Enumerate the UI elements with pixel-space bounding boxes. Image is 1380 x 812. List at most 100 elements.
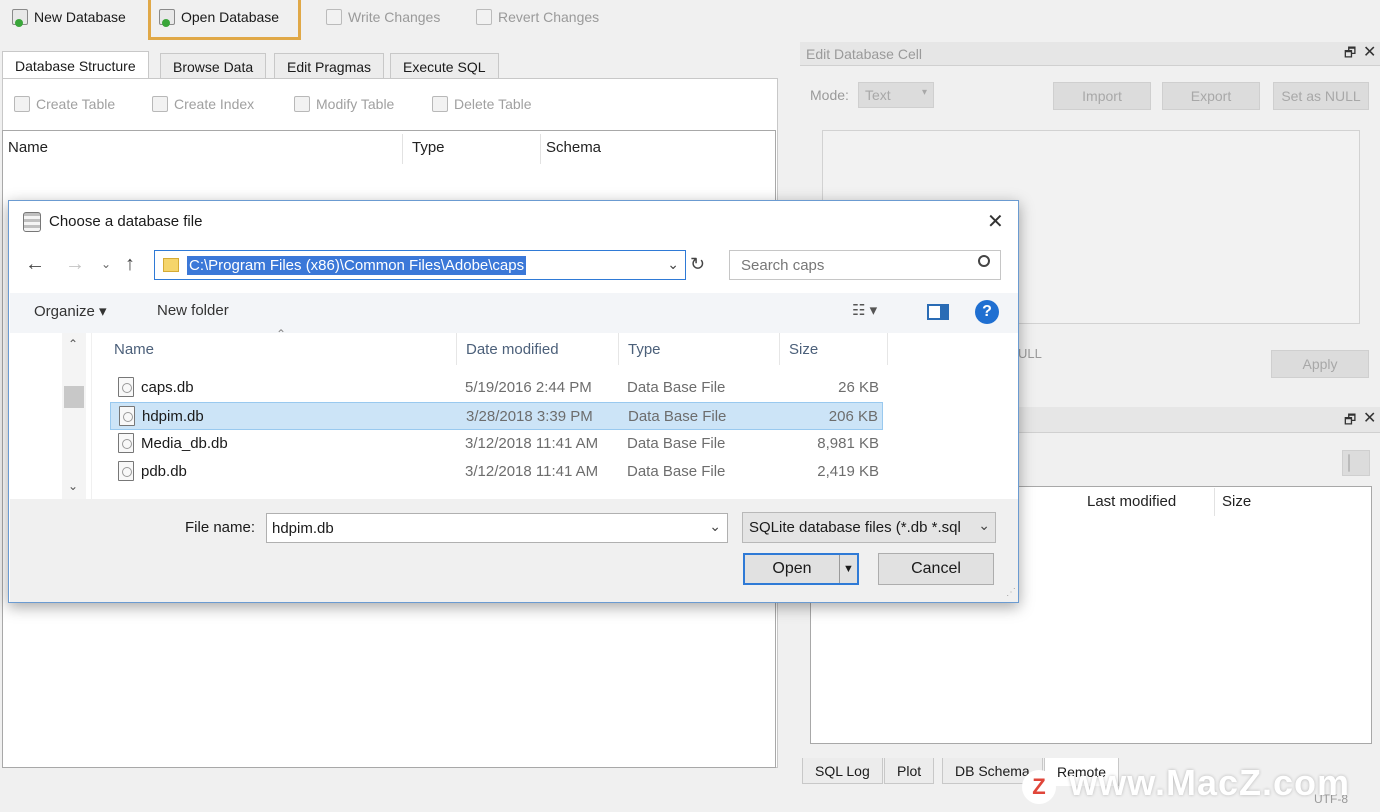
- mode-label: Mode:: [810, 87, 849, 103]
- float-icon[interactable]: 🗗: [1344, 411, 1356, 433]
- column-divider: [1214, 488, 1215, 516]
- file-size: 2,419 KB: [817, 463, 879, 480]
- export-button[interactable]: Export: [1162, 82, 1260, 110]
- chevron-down-icon: ⌄: [978, 517, 990, 534]
- dialog-title: Choose a database file: [49, 213, 203, 230]
- new-database-button[interactable]: New Database: [4, 0, 134, 34]
- modify-table-button[interactable]: Modify Table: [294, 92, 394, 116]
- dialog-footer: File name: hdpim.db ⌄ SQLite database fi…: [10, 499, 1018, 602]
- address-bar[interactable]: C:\Program Files (x86)\Common Files\Adob…: [154, 250, 686, 280]
- remote-action-icon: [1348, 454, 1350, 472]
- column-divider: [887, 333, 888, 365]
- file-name: hdpim.db: [142, 408, 204, 425]
- database-icon: [23, 212, 41, 232]
- address-path[interactable]: C:\Program Files (x86)\Common Files\Adob…: [187, 256, 527, 275]
- mode-select[interactable]: Text ▾: [858, 82, 934, 108]
- organize-menu[interactable]: Organize ▾: [34, 302, 107, 320]
- back-arrow-icon[interactable]: ←: [25, 253, 45, 276]
- file-name: pdb.db: [141, 463, 187, 480]
- file-list: ⌃ ⌄ ⌃ Name Date modified Type Size caps.…: [10, 327, 1018, 499]
- database-file-icon: [118, 377, 134, 397]
- apply-button[interactable]: Apply: [1271, 350, 1369, 378]
- column-header-schema[interactable]: Schema: [546, 139, 601, 156]
- edit-cell-titlebar: Edit Database Cell 🗗 ✕: [800, 42, 1380, 66]
- column-divider: [540, 134, 541, 164]
- column-type[interactable]: Type: [628, 341, 661, 358]
- file-row[interactable]: Media_db.db 3/12/2018 11:41 AM Data Base…: [110, 430, 883, 458]
- file-size: 8,981 KB: [817, 435, 879, 452]
- close-icon[interactable]: ✕: [1363, 408, 1376, 428]
- open-dropdown-icon[interactable]: ▼: [839, 555, 857, 583]
- modify-table-icon: [294, 96, 310, 112]
- folder-icon: [163, 258, 179, 272]
- tab-plot[interactable]: Plot: [884, 758, 935, 784]
- chevron-down-icon[interactable]: ⌄: [667, 256, 679, 273]
- search-icon: [978, 255, 990, 267]
- choose-database-dialog: Choose a database file ✕ ← → ⌄ ↑ C:\Prog…: [8, 200, 1019, 603]
- preview-pane-icon[interactable]: [927, 304, 949, 320]
- scroll-thumb[interactable]: [64, 386, 84, 408]
- database-file-icon: [118, 433, 134, 453]
- chevron-down-icon[interactable]: ⌄: [709, 518, 721, 535]
- null-indicator: ULL: [1018, 346, 1042, 361]
- command-bar: Organize ▾ New folder ☷ ▾ ?: [10, 293, 1018, 333]
- file-size: 26 KB: [838, 379, 879, 396]
- database-file-icon: [118, 461, 134, 481]
- scroll-up-icon[interactable]: ⌃: [68, 337, 78, 351]
- database-file-icon: [119, 406, 135, 426]
- file-row[interactable]: hdpim.db 3/28/2018 3:39 PM Data Base Fil…: [110, 402, 883, 430]
- file-name-input[interactable]: hdpim.db ⌄: [266, 513, 728, 543]
- tab-browse-data[interactable]: Browse Data: [160, 53, 267, 79]
- search-input[interactable]: Search caps: [729, 250, 1001, 280]
- open-database-button[interactable]: Open Database: [148, 0, 301, 40]
- scroll-down-icon[interactable]: ⌄: [68, 479, 78, 493]
- open-button[interactable]: Open ▼: [743, 553, 859, 585]
- create-index-icon: [152, 96, 168, 112]
- cancel-button[interactable]: Cancel: [878, 553, 994, 585]
- recent-locations-icon[interactable]: ⌄: [101, 257, 111, 271]
- file-row[interactable]: caps.db 5/19/2016 2:44 PM Data Base File…: [110, 374, 883, 402]
- file-date: 3/12/2018 11:41 AM: [465, 435, 599, 452]
- column-header-type[interactable]: Type: [412, 139, 445, 156]
- revert-changes-icon: [476, 9, 492, 25]
- tab-database-structure[interactable]: Database Structure: [2, 51, 149, 79]
- tab-sql-log[interactable]: SQL Log: [802, 758, 883, 784]
- file-type-filter[interactable]: SQLite database files (*.db *.sql ⌄: [742, 512, 996, 543]
- watermark-logo-icon: Z: [1022, 770, 1056, 804]
- nav-scrollbar[interactable]: ⌃ ⌄: [62, 333, 86, 499]
- help-icon[interactable]: ?: [975, 300, 999, 324]
- set-null-button[interactable]: Set as NULL: [1273, 82, 1369, 110]
- write-changes-button[interactable]: Write Changes: [318, 0, 448, 34]
- import-button[interactable]: Import: [1053, 82, 1151, 110]
- column-header-size[interactable]: Size: [1222, 493, 1251, 510]
- new-folder-button[interactable]: New folder: [157, 302, 229, 319]
- create-index-button[interactable]: Create Index: [152, 92, 254, 116]
- column-date-modified[interactable]: Date modified: [466, 341, 559, 358]
- file-type: Data Base File: [627, 463, 726, 480]
- column-divider: [779, 333, 780, 365]
- file-name-value: hdpim.db: [272, 520, 334, 537]
- create-table-button[interactable]: Create Table: [14, 92, 115, 116]
- close-icon[interactable]: ✕: [1363, 42, 1376, 62]
- tab-execute-sql[interactable]: Execute SQL: [390, 53, 499, 79]
- up-arrow-icon[interactable]: ↑: [125, 253, 135, 276]
- column-name[interactable]: Name: [114, 341, 154, 358]
- file-date: 3/12/2018 11:41 AM: [465, 463, 599, 480]
- tab-edit-pragmas[interactable]: Edit Pragmas: [274, 53, 385, 79]
- refresh-icon[interactable]: ↻: [690, 254, 705, 275]
- file-date: 3/28/2018 3:39 PM: [466, 408, 593, 425]
- file-row[interactable]: pdb.db 3/12/2018 11:41 AM Data Base File…: [110, 458, 883, 486]
- forward-arrow-icon[interactable]: →: [65, 253, 85, 276]
- write-changes-icon: [326, 9, 342, 25]
- view-options-icon[interactable]: ☷ ▾: [852, 301, 877, 319]
- column-header-name[interactable]: Name: [8, 139, 48, 156]
- delete-table-button[interactable]: Delete Table: [432, 92, 532, 116]
- float-icon[interactable]: 🗗: [1344, 44, 1356, 66]
- remote-action-button[interactable]: [1342, 450, 1370, 476]
- dialog-close-icon[interactable]: ✕: [987, 209, 1004, 234]
- column-size[interactable]: Size: [789, 341, 818, 358]
- resize-grip-icon[interactable]: ⋰: [1006, 587, 1016, 598]
- column-header-last-modified[interactable]: Last modified: [1087, 493, 1176, 510]
- main-toolbar: New Database Open Database Write Changes…: [0, 0, 1380, 40]
- revert-changes-button[interactable]: Revert Changes: [468, 0, 607, 34]
